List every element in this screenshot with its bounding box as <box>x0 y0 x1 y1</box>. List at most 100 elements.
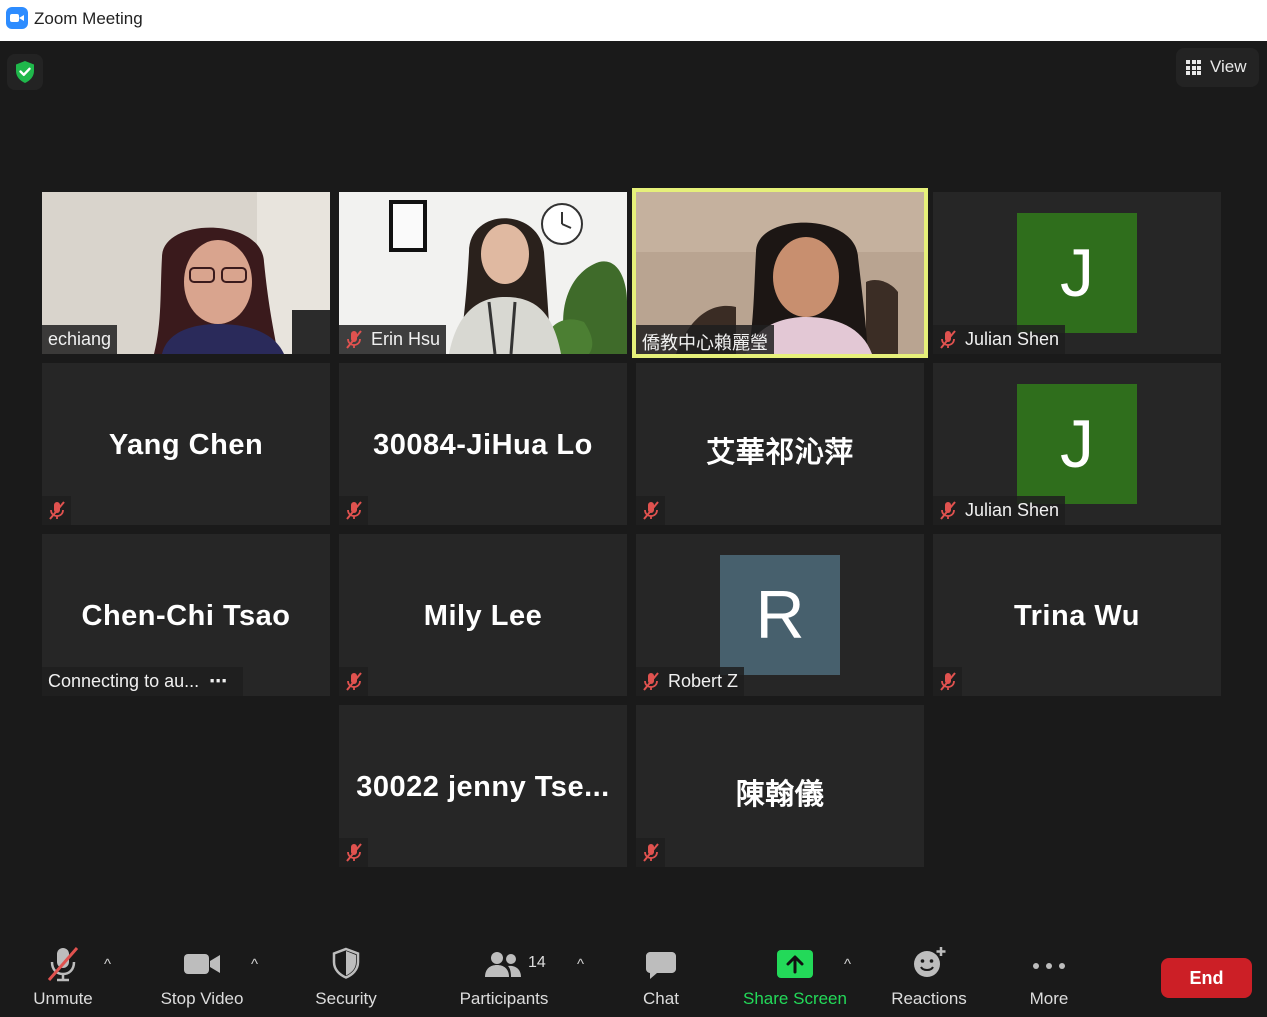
stop-video-button[interactable]: Stop Video <box>152 938 252 1017</box>
video-tile-active-speaker[interactable]: 僑教中心賴麗瑩 <box>632 188 928 358</box>
participant-display-name: 陳翰儀 <box>735 779 825 811</box>
security-button[interactable]: Security <box>306 938 386 1017</box>
mic-muted-icon <box>346 672 362 691</box>
avatar: J <box>1017 384 1137 504</box>
mic-muted-icon <box>940 330 956 349</box>
avatar-initial: J <box>1060 406 1094 482</box>
stop-video-label: Stop Video <box>160 989 244 1008</box>
meeting-toolbar: Unmute ^ Stop Video ^ Security 14 Partic… <box>0 938 1267 1017</box>
meeting-stage <box>0 41 1267 1017</box>
mic-muted-icon <box>346 330 362 349</box>
mic-muted-icon <box>643 501 659 520</box>
video-options-caret[interactable]: ^ <box>251 956 258 973</box>
reactions-button[interactable]: Reactions <box>884 938 974 1017</box>
end-meeting-button[interactable]: End <box>1161 958 1252 998</box>
participant-name: Julian Shen <box>965 329 1060 349</box>
encryption-shield-button[interactable] <box>7 54 43 90</box>
avatar: J <box>1017 213 1137 333</box>
participants-label: Participants <box>459 989 549 1008</box>
reaction-smiley-icon <box>914 947 946 977</box>
connecting-status-text: Connecting to au... <box>48 671 200 691</box>
participant-display-name: 30022 jenny Tse... <box>356 771 610 803</box>
window-title: Zoom Meeting <box>34 9 143 28</box>
participant-display-name: 30084-JiHua Lo <box>373 429 593 461</box>
video-tile-chen-han-yi[interactable]: 陳翰儀 <box>636 705 924 867</box>
participant-name: Erin Hsu <box>371 329 441 349</box>
mic-muted-badge <box>339 496 368 525</box>
connecting-dots-icon: ⋯ <box>209 671 228 691</box>
security-label: Security <box>315 989 377 1008</box>
participant-name: echiang <box>48 329 112 349</box>
mic-muted-icon <box>643 672 659 691</box>
video-camera-icon <box>184 954 220 974</box>
mic-muted-icon <box>940 501 956 520</box>
share-options-caret[interactable]: ^ <box>844 956 851 973</box>
participant-display-name: Trina Wu <box>1014 600 1140 632</box>
participant-display-name: Yang Chen <box>108 429 264 461</box>
share-screen-label: Share Screen <box>743 989 847 1008</box>
avatar-initial: J <box>1060 235 1094 311</box>
mic-muted-icon <box>346 843 362 862</box>
video-tile-trina-wu[interactable]: Trina Wu <box>933 534 1221 696</box>
shield-check-icon <box>16 61 34 83</box>
participant-name: Robert Z <box>668 671 739 691</box>
unmute-label: Unmute <box>33 989 93 1008</box>
participant-display-name: Mily Lee <box>423 600 543 632</box>
title-bar: Zoom Meeting <box>0 0 1267 41</box>
participant-name-label: echiang <box>42 325 118 354</box>
mic-muted-icon <box>49 501 65 520</box>
more-button[interactable]: More <box>1014 938 1084 1017</box>
more-dots-icon <box>1033 963 1065 969</box>
mic-muted-badge <box>339 838 368 867</box>
mic-muted-badge <box>636 838 665 867</box>
mic-muted-badge <box>933 667 962 696</box>
avatar: R <box>720 555 840 675</box>
connecting-status-label: Connecting to au... ⋯ <box>42 667 243 696</box>
zoom-app-icon <box>6 7 28 29</box>
video-tile-jihua-lo[interactable]: 30084-JiHua Lo <box>339 363 627 525</box>
video-tile-julian-shen-2[interactable]: J Julian Shen <box>933 363 1221 525</box>
participant-name-label: 僑教中心賴麗瑩 <box>636 325 774 354</box>
participants-button[interactable]: 14 Participants <box>452 938 556 1017</box>
chat-label: Chat <box>643 989 679 1008</box>
video-tile-ai-hua[interactable]: 艾華祁沁萍 <box>636 363 924 525</box>
share-screen-icon <box>777 950 813 978</box>
video-tile-mily-lee[interactable]: Mily Lee <box>339 534 627 696</box>
video-tile-robert-z[interactable]: R Robert Z <box>636 534 924 696</box>
audio-options-caret[interactable]: ^ <box>104 956 111 973</box>
chat-bubble-icon <box>646 952 676 979</box>
video-tile-yang-chen[interactable]: Yang Chen <box>42 363 330 525</box>
participant-display-name: 艾華祁沁萍 <box>706 437 854 469</box>
mic-muted-badge <box>339 667 368 696</box>
mic-muted-icon <box>47 947 79 982</box>
chat-button[interactable]: Chat <box>626 938 696 1017</box>
video-tile-erin-hsu[interactable]: Erin Hsu <box>339 192 627 354</box>
participant-display-name: Chen-Chi Tsao <box>81 600 291 632</box>
participant-name: 僑教中心賴麗瑩 <box>642 333 768 353</box>
more-label: More <box>1029 989 1069 1008</box>
participants-count-badge: 14 <box>528 954 546 971</box>
mic-muted-icon <box>940 672 956 691</box>
participant-name-label: Julian Shen <box>933 496 1066 525</box>
unmute-button[interactable]: Unmute <box>22 938 104 1017</box>
video-tile-echiang[interactable]: echiang <box>42 192 330 354</box>
participants-options-caret[interactable]: ^ <box>577 956 584 973</box>
view-button[interactable]: View <box>1176 48 1259 87</box>
avatar-initial: R <box>755 577 805 653</box>
grid-icon <box>1186 60 1201 75</box>
video-tile-julian-shen-1[interactable]: J Julian Shen <box>933 192 1221 354</box>
video-tile-chen-chi-tsao[interactable]: Chen-Chi Tsao Connecting to au... ⋯ <box>42 534 330 696</box>
participant-name-label: Julian Shen <box>933 325 1066 354</box>
mic-muted-badge <box>636 496 665 525</box>
participant-name-label: Robert Z <box>636 667 745 696</box>
participant-name: Julian Shen <box>965 500 1060 520</box>
participants-icon <box>485 952 521 977</box>
video-tile-jenny-tse[interactable]: 30022 jenny Tse... <box>339 705 627 867</box>
mic-muted-icon <box>643 843 659 862</box>
share-screen-button[interactable]: Share Screen <box>738 938 852 1017</box>
mic-muted-badge <box>42 496 71 525</box>
participant-name-label: Erin Hsu <box>339 325 447 354</box>
reactions-label: Reactions <box>891 989 967 1008</box>
mic-muted-icon <box>346 501 362 520</box>
view-label: View <box>1210 57 1247 76</box>
